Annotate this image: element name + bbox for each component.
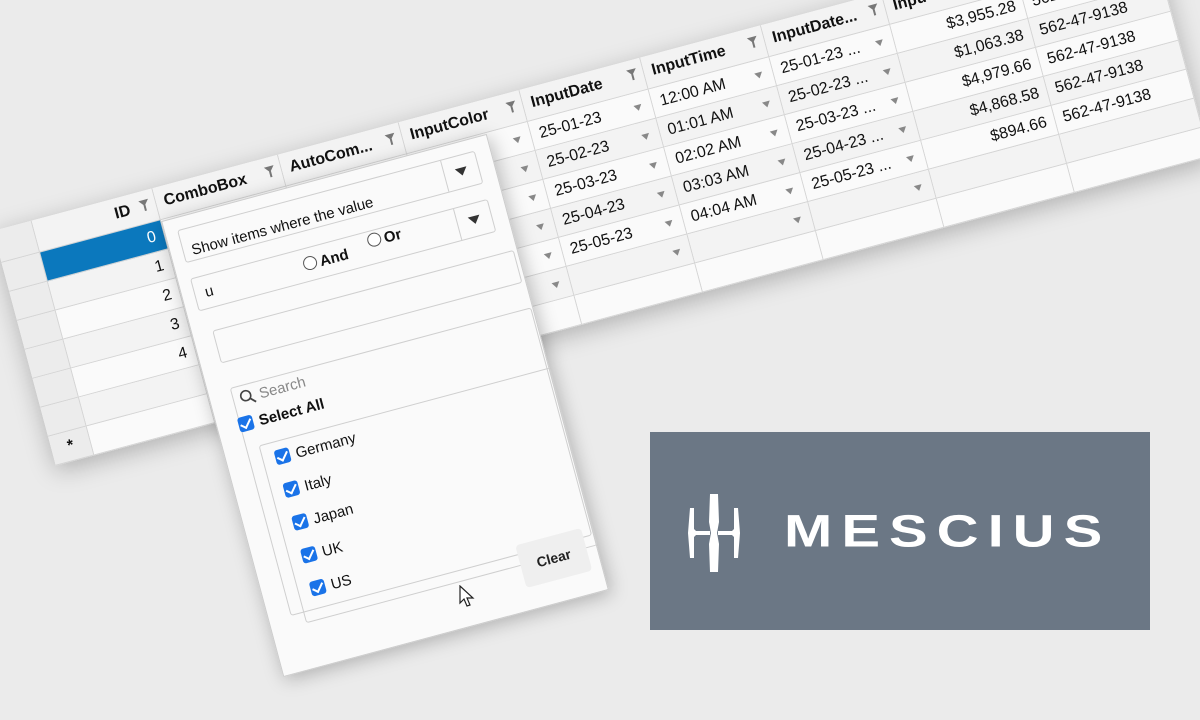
checkbox-checked-icon	[308, 578, 328, 597]
cell-value: 0	[145, 227, 159, 247]
search-icon	[239, 389, 257, 403]
checkbox-checked-icon	[299, 545, 319, 564]
dropdown-arrow-icon[interactable]	[656, 190, 667, 199]
dropdown-arrow-icon[interactable]	[906, 155, 916, 163]
list-item-germany[interactable]: Germany	[273, 429, 358, 468]
and-label: And	[317, 246, 351, 271]
chevron-down-icon[interactable]	[440, 151, 483, 192]
list-item-japan[interactable]: Japan	[291, 501, 355, 533]
and-radio[interactable]: And	[301, 246, 351, 274]
dropdown-arrow-icon[interactable]	[641, 132, 651, 141]
checkbox-checked-icon	[273, 447, 292, 466]
filter-icon[interactable]	[384, 132, 396, 142]
checkbox-checked-icon	[282, 479, 301, 499]
dropdown-arrow-icon[interactable]	[882, 68, 892, 77]
checkbox-checked-icon	[236, 414, 256, 433]
dropdown-arrow-icon[interactable]	[520, 165, 530, 174]
filter-icon[interactable]	[138, 198, 150, 208]
cell-value: 1	[152, 256, 166, 276]
dropdown-arrow-icon[interactable]	[793, 216, 803, 225]
item-label: Japan	[311, 500, 356, 528]
filter-icon[interactable]	[263, 165, 276, 174]
dropdown-arrow-icon[interactable]	[664, 219, 674, 228]
mouse-cursor-icon	[459, 585, 475, 607]
logo-wordmark: MESCIUS	[784, 506, 1112, 557]
list-item-us[interactable]: US	[308, 571, 354, 598]
or-label: Or	[382, 225, 404, 247]
filter-icon[interactable]	[626, 68, 638, 77]
dropdown-arrow-icon[interactable]	[754, 71, 764, 80]
dropdown-arrow-icon[interactable]	[890, 97, 900, 106]
item-label: Italy	[302, 471, 334, 495]
cell-value: 2	[160, 285, 174, 305]
dropdown-arrow-icon[interactable]	[543, 252, 554, 261]
or-radio[interactable]: Or	[365, 225, 404, 251]
dropdown-arrow-icon[interactable]	[913, 184, 924, 192]
dropdown-arrow-icon[interactable]	[777, 158, 787, 167]
checkbox-checked-icon	[291, 512, 310, 532]
column-header-label: Inpu	[891, 0, 929, 14]
filter-icon[interactable]	[505, 100, 517, 109]
dropdown-arrow-icon[interactable]	[536, 223, 546, 232]
dropdown-arrow-icon[interactable]	[551, 281, 561, 290]
item-label: Germany	[293, 429, 358, 462]
dropdown-arrow-icon[interactable]	[672, 248, 682, 257]
list-item-uk[interactable]: UK	[299, 538, 345, 566]
filter-icon[interactable]	[867, 3, 879, 12]
item-label: UK	[320, 538, 345, 561]
dropdown-arrow-icon[interactable]	[769, 129, 780, 138]
cell-value: 3	[168, 314, 182, 334]
mescius-mark-icon	[688, 494, 740, 572]
dropdown-arrow-icon[interactable]	[874, 39, 885, 48]
cell-value: 4	[176, 343, 190, 363]
column-header-label: ID	[112, 202, 133, 223]
dropdown-arrow-icon[interactable]	[648, 161, 659, 170]
filter-icon[interactable]	[746, 35, 759, 45]
list-item-italy[interactable]: Italy	[282, 471, 334, 500]
radio-icon	[365, 231, 383, 249]
mescius-logo: MESCIUS	[650, 432, 1150, 630]
cell-value: *	[65, 436, 76, 455]
dropdown-arrow-icon[interactable]	[898, 126, 908, 134]
filter-value: u	[202, 282, 216, 301]
radio-icon	[301, 254, 319, 272]
chevron-down-icon[interactable]	[453, 200, 496, 241]
dropdown-arrow-icon[interactable]	[633, 103, 643, 112]
search-placeholder: Search	[257, 373, 308, 403]
dropdown-arrow-icon[interactable]	[761, 100, 772, 109]
data-grid[interactable]: ID ComboBox AutoCom... InputColor InputDate I…	[0, 0, 1200, 678]
dropdown-arrow-icon[interactable]	[785, 187, 795, 196]
dropdown-arrow-icon[interactable]	[528, 194, 538, 203]
dropdown-arrow-icon[interactable]	[512, 136, 523, 145]
item-label: US	[328, 571, 354, 594]
